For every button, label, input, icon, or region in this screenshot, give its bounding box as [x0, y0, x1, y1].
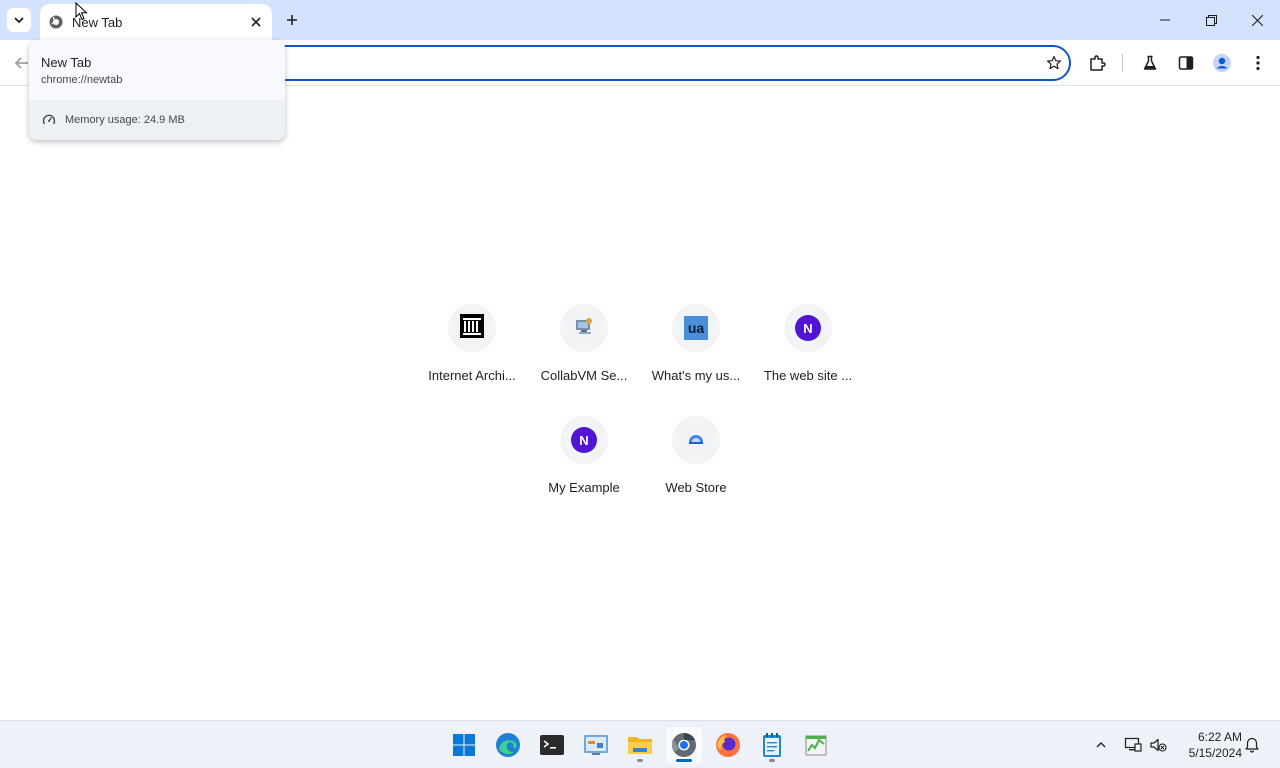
tab-search-button[interactable] [7, 8, 31, 32]
minimize-icon [1160, 19, 1170, 21]
volume-tray-icon[interactable] [1146, 733, 1170, 757]
taskbar-task-manager[interactable] [798, 727, 834, 763]
arrow-left-icon [14, 57, 28, 69]
notepad-icon [763, 733, 781, 757]
mouse-cursor-icon [75, 2, 88, 21]
memory-usage-text: Memory usage: 24.9 MB [65, 114, 185, 126]
control-panel-icon [584, 735, 608, 755]
running-indicator [769, 759, 775, 762]
tab-hover-card: New Tab chrome://newtab Memory usage: 24… [29, 40, 285, 140]
shortcut-tile[interactable]: CollabVM Se... [528, 304, 640, 416]
running-indicator [637, 759, 643, 762]
plus-icon [287, 15, 297, 25]
tab-title: New Tab [72, 14, 123, 30]
side-panel-button[interactable] [1174, 51, 1198, 75]
shortcut-tile[interactable]: ua What's my us... [640, 304, 752, 416]
folder-icon [628, 737, 652, 754]
taskbar-file-explorer[interactable] [622, 727, 658, 763]
chrome-icon [671, 732, 696, 757]
menu-button[interactable] [1246, 51, 1270, 75]
taskbar-edge[interactable] [490, 727, 526, 763]
task-manager-icon [805, 735, 827, 756]
side-panel-icon [1178, 56, 1194, 70]
shortcut-tile[interactable]: N My Example [528, 416, 640, 528]
restore-icon [1205, 14, 1217, 26]
shortcut-label: My Example [548, 480, 620, 495]
chrome-globe-icon [48, 14, 64, 30]
close-icon [1251, 14, 1263, 26]
flask-icon [1143, 55, 1157, 70]
restore-button[interactable] [1188, 0, 1234, 40]
windows-taskbar: 6:22 AM 5/15/2024 [0, 720, 1280, 768]
chevron-down-icon [14, 17, 24, 24]
network-tray-icon[interactable] [1121, 733, 1145, 757]
taskbar-control-panel[interactable] [578, 727, 614, 763]
n-letter-icon: N [795, 315, 821, 341]
clock-date: 5/15/2024 [1188, 746, 1242, 760]
shortcut-label: What's my us... [651, 368, 741, 383]
system-clock[interactable]: 6:22 AM 5/15/2024 [1176, 729, 1242, 761]
hover-card-url: chrome://newtab [41, 74, 123, 86]
internet-archive-icon [459, 313, 485, 344]
terminal-icon [540, 735, 564, 755]
avatar-icon [1213, 54, 1231, 72]
shortcut-label: Web Store [665, 480, 727, 495]
more-vert-icon [1256, 55, 1260, 71]
taskbar-terminal[interactable] [534, 727, 570, 763]
minimize-button[interactable] [1142, 0, 1188, 40]
taskbar-firefox[interactable] [710, 727, 746, 763]
notifications-button[interactable] [1240, 733, 1264, 757]
profile-button[interactable] [1210, 51, 1234, 75]
edge-icon [496, 733, 520, 757]
bell-icon [1245, 737, 1259, 753]
clock-time: 6:22 AM [1197, 730, 1242, 744]
taskbar-chrome[interactable] [666, 727, 702, 763]
shortcut-label: CollabVM Se... [540, 368, 628, 383]
address-input[interactable] [258, 53, 1018, 73]
network-icon [1124, 737, 1142, 752]
start-button[interactable] [446, 727, 482, 763]
web-store-icon [686, 428, 706, 453]
chevron-up-icon [1096, 742, 1106, 748]
hover-card-title: New Tab [41, 55, 92, 70]
extensions-button[interactable] [1085, 51, 1109, 75]
shortcut-tile[interactable]: Internet Archi... [416, 304, 528, 416]
address-bar[interactable] [240, 45, 1071, 81]
collabvm-icon [573, 315, 595, 342]
show-hidden-icons[interactable] [1089, 733, 1113, 757]
volume-muted-icon [1150, 738, 1167, 752]
windows-logo-icon [453, 734, 475, 756]
labs-button[interactable] [1138, 51, 1162, 75]
new-tab-button[interactable] [280, 8, 304, 32]
running-indicator [676, 759, 692, 762]
close-window-button[interactable] [1234, 0, 1280, 40]
taskbar-notepad[interactable] [754, 727, 790, 763]
firefox-icon [716, 733, 740, 757]
toolbar-separator [1122, 54, 1123, 72]
memory-gauge-icon [41, 112, 57, 128]
ua-icon: ua [684, 316, 708, 340]
bookmark-star-icon[interactable] [1045, 54, 1063, 72]
shortcut-label: The web site ... [763, 368, 853, 383]
puzzle-icon [1090, 55, 1106, 71]
shortcut-tile[interactable]: Web Store [640, 416, 752, 528]
shortcut-tile[interactable]: N The web site ... [752, 304, 864, 416]
shortcut-label: Internet Archi... [428, 368, 516, 383]
n-letter-icon: N [571, 427, 597, 453]
close-tab-icon[interactable] [248, 14, 264, 30]
tab-strip: New Tab [0, 0, 1280, 40]
